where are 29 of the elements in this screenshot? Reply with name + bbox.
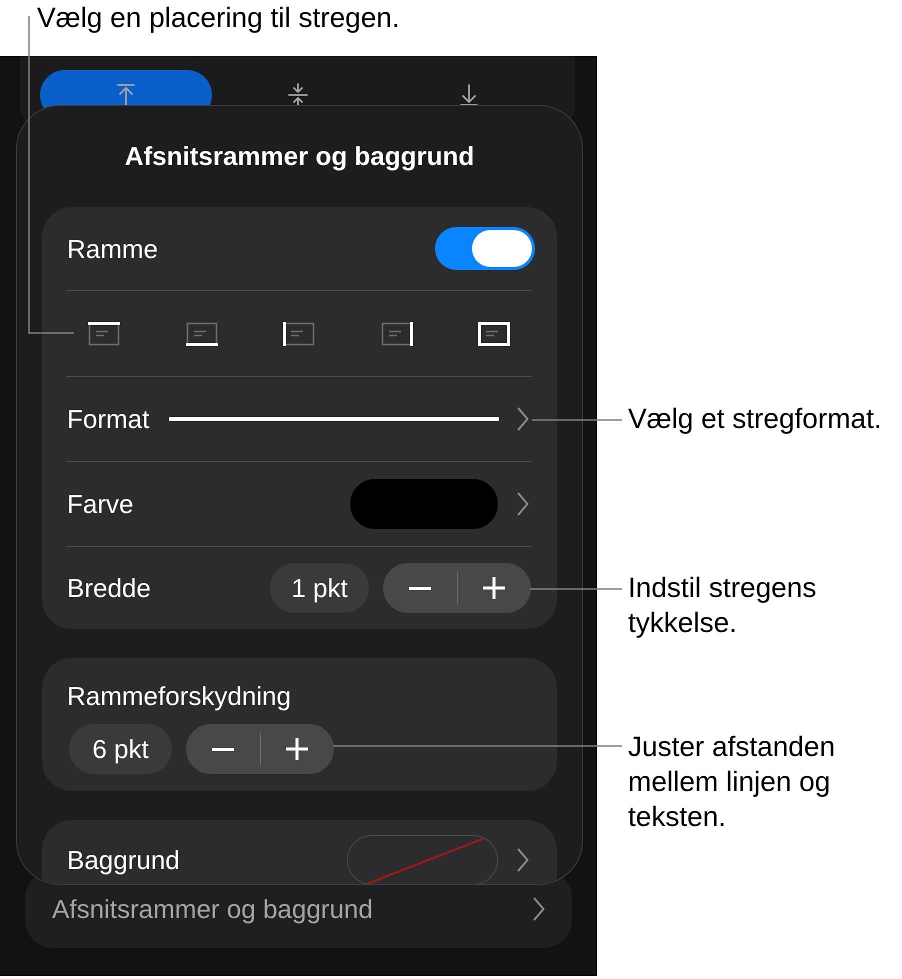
color-swatch[interactable] (350, 479, 498, 529)
row-label: Format (67, 403, 150, 435)
border-right-icon[interactable] (380, 322, 412, 346)
border-bottom-icon[interactable] (186, 322, 218, 346)
chevron-right-icon (533, 897, 545, 921)
chevron-right-icon (517, 848, 529, 872)
value-field[interactable]: 6 pkt (69, 724, 172, 774)
minus-icon (212, 748, 234, 750)
align-middle-icon (286, 83, 310, 107)
value-field[interactable]: 1 pkt (270, 563, 369, 613)
row-label: Rammeforskydning (67, 680, 291, 712)
callout-text: Vælg et stregformat. (628, 402, 882, 436)
callout-text: Vælg en placering til stregen. (37, 1, 400, 35)
callout-text: Juster afstanden mellem linjen og teksten. (628, 730, 836, 834)
border-all-icon[interactable] (478, 322, 510, 346)
row-label: Bredde (67, 572, 151, 604)
border-left-icon[interactable] (283, 322, 315, 346)
callout-text: Indstil stregens tykkelse. (628, 571, 818, 640)
border-top-icon[interactable] (88, 322, 120, 346)
plus-icon (483, 577, 506, 599)
chevron-right-icon (517, 492, 529, 516)
row-label: Ramme (67, 232, 158, 264)
minus-icon (408, 586, 431, 590)
fill-swatch[interactable] (347, 835, 498, 884)
chevron-right-icon (517, 407, 529, 431)
plus-icon (286, 738, 308, 760)
toggle-switch[interactable] (435, 227, 535, 270)
popover-title: Afsnitsrammer og baggrund (124, 141, 474, 172)
row-label: Farve (67, 488, 134, 520)
